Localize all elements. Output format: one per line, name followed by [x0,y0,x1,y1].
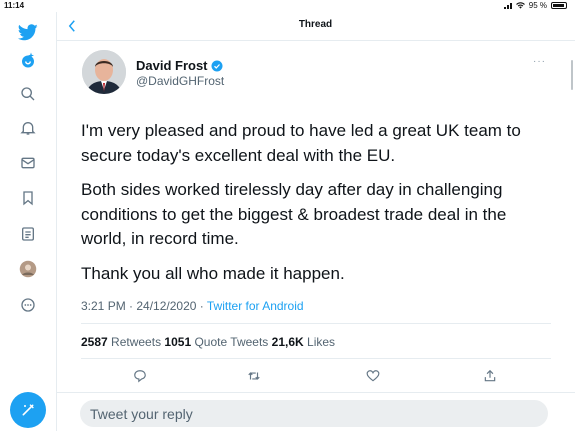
author-avatar[interactable] [82,50,126,94]
retweet-button[interactable] [246,368,262,384]
divider [56,392,575,393]
divider [81,323,551,324]
tweet-stats: 2587 Retweets 1051 Quote Tweets 21,6K Li… [81,335,335,349]
retweets-stat[interactable]: 2587 Retweets [81,335,161,349]
divider [81,358,551,359]
battery-percent: 95 % [528,1,547,10]
tweet-paragraph: I'm very pleased and proud to have led a… [81,121,521,165]
quote-tweets-label: Quote Tweets [194,335,269,349]
tweet-source[interactable]: Twitter for Android [207,299,304,313]
wifi-icon [515,2,525,9]
retweets-label: Retweets [111,335,162,349]
tweet-text: I'm very pleased and proud to have led a… [81,119,551,296]
retweet-icon [248,372,260,380]
sidebar-nav [0,12,57,431]
search-icon[interactable] [16,82,40,106]
explore-icon[interactable] [16,48,40,72]
status-time: 11:14 [4,1,25,10]
share-icon [484,369,496,382]
signal-icon [503,2,512,9]
reply-button[interactable] [132,368,148,384]
bookmarks-icon[interactable] [16,186,40,210]
like-button[interactable] [365,368,381,384]
verified-badge-icon [211,60,223,71]
twitter-logo-icon[interactable] [16,20,40,44]
reply-icon [134,370,146,383]
lists-icon[interactable] [16,222,40,246]
heart-icon [366,370,380,382]
author-handle[interactable]: @DavidGHFrost [136,74,224,88]
likes-label: Likes [307,335,336,349]
author-name-text: David Frost [136,58,208,73]
thread-header: Thread [56,12,575,41]
messages-icon[interactable] [16,151,40,175]
author-name[interactable]: David Frost [136,58,223,73]
share-button[interactable] [482,368,498,384]
notifications-icon[interactable] [16,116,40,140]
tweet-timestamp[interactable]: 3:21 PM · 24/12/2020 · [81,299,207,313]
tweet-meta: 3:21 PM · 24/12/2020 · Twitter for Andro… [81,299,304,313]
more-options-icon[interactable]: ··· [533,56,546,67]
quote-tweets-stat[interactable]: 1051 Quote Tweets [164,335,268,349]
tweet-paragraph: Both sides worked tirelessly day after d… [81,180,507,248]
retweets-count: 2587 [81,335,108,349]
profile-avatar[interactable] [16,257,40,281]
compose-icon [22,404,34,416]
more-icon[interactable] [16,293,40,317]
likes-stat[interactable]: 21,6K Likes [272,335,335,349]
battery-icon [551,2,567,9]
reply-input[interactable] [80,400,548,427]
compose-tweet-button[interactable] [10,392,46,428]
status-bar: 11:14 95 % [0,0,575,12]
likes-count: 21,6K [271,335,304,349]
scrollbar[interactable] [571,60,573,90]
status-indicators: 95 % [503,1,567,10]
quote-tweets-count: 1051 [164,335,192,349]
tweet-paragraph: Thank you all who made it happen. [81,263,345,283]
page-title: Thread [298,19,333,30]
